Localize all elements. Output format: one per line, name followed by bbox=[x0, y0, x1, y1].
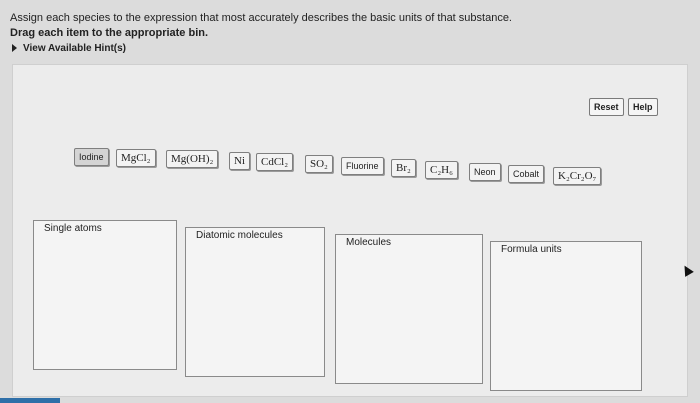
chip-iodine[interactable]: Iodine bbox=[74, 148, 109, 166]
bin-label-single-atoms: Single atoms bbox=[44, 223, 102, 234]
view-hints-label: View Available Hint(s) bbox=[23, 43, 126, 54]
drag-instruction-text: Drag each item to the appropriate bin. bbox=[10, 27, 209, 39]
bin-label-molecules: Molecules bbox=[346, 237, 392, 248]
bin-label-diatomic-molecules: Diatomic molecules bbox=[196, 230, 283, 241]
chip-br2[interactable]: Br₂ bbox=[391, 159, 416, 177]
chip-mgcl2[interactable]: MgCl₂ bbox=[116, 149, 156, 167]
chip-c2h6[interactable]: C₂H₆ bbox=[425, 161, 458, 179]
instruction-text: Assign each species to the expression th… bbox=[10, 12, 512, 24]
reset-button[interactable]: Reset bbox=[589, 98, 624, 116]
chip-cdcl2[interactable]: CdCl₂ bbox=[256, 153, 294, 171]
view-hints-toggle[interactable]: View Available Hint(s) bbox=[12, 43, 126, 54]
bin-label-formula-units: Formula units bbox=[501, 244, 562, 255]
chip-k2cr2o7[interactable]: K₂Cr₂O₇ bbox=[553, 167, 602, 185]
chip-fluorine[interactable]: Fluorine bbox=[341, 157, 384, 175]
expand-triangle-icon bbox=[12, 44, 17, 53]
bin-diatomic-molecules[interactable]: Diatomic molecules bbox=[185, 227, 325, 377]
bin-formula-units[interactable]: Formula units bbox=[490, 241, 642, 391]
submit-button-edge[interactable] bbox=[0, 398, 60, 403]
chip-ni[interactable]: Ni bbox=[229, 152, 250, 170]
chip-cobalt[interactable]: Cobalt bbox=[508, 165, 545, 183]
bin-single-atoms[interactable]: Single atoms bbox=[33, 220, 177, 370]
chip-neon[interactable]: Neon bbox=[469, 163, 501, 181]
help-button[interactable]: Help bbox=[628, 98, 658, 116]
chip-so2[interactable]: SO₂ bbox=[305, 155, 333, 173]
bin-molecules[interactable]: Molecules bbox=[335, 234, 483, 384]
chip-mgoh2[interactable]: Mg(OH)₂ bbox=[166, 150, 219, 168]
